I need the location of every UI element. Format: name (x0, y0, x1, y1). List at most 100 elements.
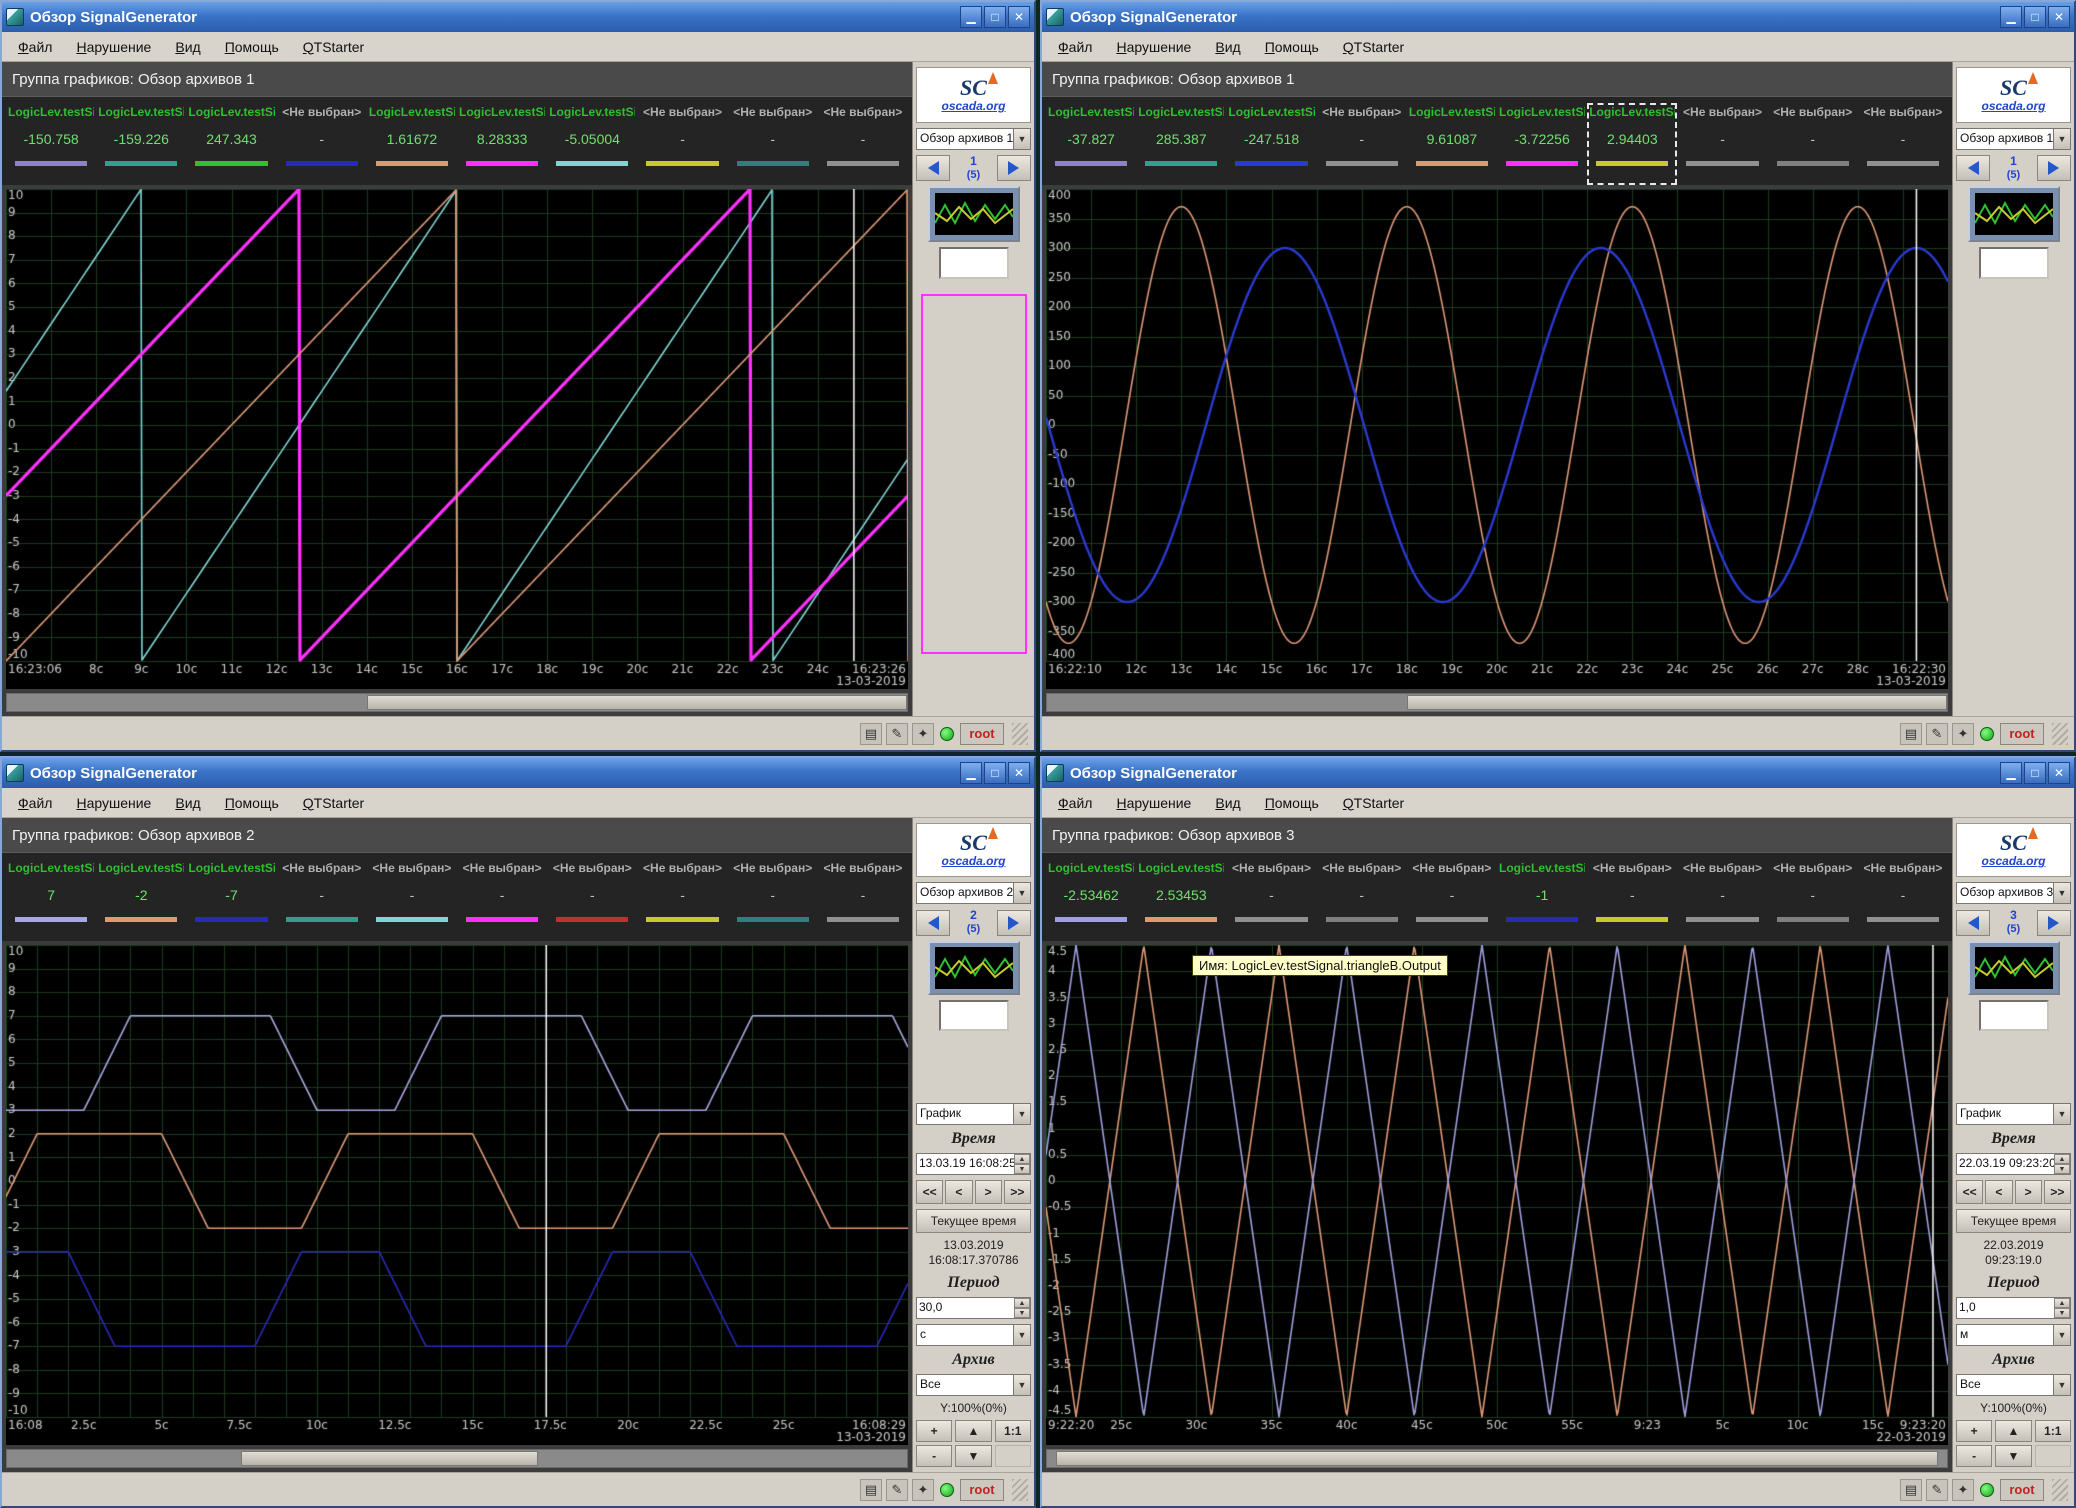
signal-column-9[interactable]: <Не выбран>- (728, 103, 818, 185)
zoom-out-button[interactable]: - (916, 1445, 952, 1467)
menu-item-файл[interactable]: Файл (6, 791, 64, 815)
trend-chart-canvas[interactable] (6, 945, 908, 1445)
period-unit-select[interactable]: с▼ (916, 1324, 1031, 1346)
status-doc-icon[interactable]: ▤ (1900, 723, 1922, 745)
signal-column-7[interactable]: <Не выбран>- (1587, 859, 1677, 941)
close-button[interactable]: ✕ (1008, 6, 1030, 28)
maximize-button[interactable]: □ (984, 6, 1006, 28)
signal-column-1[interactable]: LogicLev.testSi-37.827 (1046, 103, 1136, 185)
menu-item-файл[interactable]: Файл (1046, 791, 1104, 815)
signal-column-7[interactable]: <Не выбран>- (547, 859, 637, 941)
document-thumbnail[interactable] (1979, 1000, 2049, 1031)
signal-column-9[interactable]: <Не выбран>- (1768, 103, 1858, 185)
maximize-button[interactable]: □ (984, 762, 1006, 784)
menu-item-файл[interactable]: Файл (6, 35, 64, 59)
minimize-button[interactable]: ▁ (960, 6, 982, 28)
signal-column-4[interactable]: <Не выбран>- (277, 103, 367, 185)
menu-item-помощь[interactable]: Помощь (213, 791, 291, 815)
current-time-button[interactable]: Текущее время (916, 1209, 1031, 1232)
time-edit[interactable]: 13.03.19 16:08:25 ▲▼ (916, 1153, 1031, 1175)
h-scrollbar[interactable] (6, 693, 908, 712)
seek-fast-forward-button[interactable]: >> (2044, 1180, 2071, 1204)
archive-page-select[interactable]: Обзор архивов 1▼ (1956, 128, 2071, 150)
h-scrollbar[interactable] (1046, 693, 1948, 712)
menu-item-qtstarter[interactable]: QTStarter (1331, 35, 1416, 59)
status-config-icon[interactable]: ✦ (912, 723, 934, 745)
menu-item-qtstarter[interactable]: QTStarter (1331, 791, 1416, 815)
signal-column-5[interactable]: <Не выбран>- (367, 859, 457, 941)
chevron-down-icon[interactable]: ▼ (1013, 129, 1030, 149)
status-doc-icon[interactable]: ▤ (1900, 1479, 1922, 1501)
menu-item-qtstarter[interactable]: QTStarter (291, 791, 376, 815)
time-edit[interactable]: 22.03.19 09:23:20 ▲▼ (1956, 1153, 2071, 1175)
archive-filter-select[interactable]: Все▼ (916, 1374, 1031, 1396)
chevron-down-icon[interactable]: ▼ (2053, 129, 2070, 149)
minimize-button[interactable]: ▁ (960, 762, 982, 784)
seek-back-button[interactable]: < (945, 1180, 972, 1204)
close-button[interactable]: ✕ (1008, 762, 1030, 784)
signal-column-1[interactable]: LogicLev.testSi-2.53462 (1046, 859, 1136, 941)
titlebar[interactable]: Обзор SignalGenerator ▁ □ ✕ (1042, 758, 2074, 788)
period-edit[interactable]: 1,0 ▲▼ (1956, 1297, 2071, 1319)
signal-column-5[interactable]: LogicLev.testSi9.61087 (1407, 103, 1497, 185)
signal-column-8[interactable]: <Не выбран>- (637, 103, 727, 185)
status-config-icon[interactable]: ✦ (1952, 723, 1974, 745)
period-edit[interactable]: 30,0 ▲▼ (916, 1297, 1031, 1319)
chevron-down-icon[interactable]: ▼ (2053, 883, 2070, 903)
minimize-button[interactable]: ▁ (2000, 762, 2022, 784)
resize-grip[interactable] (2052, 723, 2068, 745)
pan-up-button[interactable]: ▲ (955, 1420, 991, 1442)
signal-column-2[interactable]: LogicLev.testSi-159.226 (96, 103, 186, 185)
menu-item-нарушение[interactable]: Нарушение (64, 35, 163, 59)
prev-page-button[interactable] (916, 155, 950, 181)
logo-site-link[interactable]: oscada.org (941, 854, 1005, 868)
signal-column-6[interactable]: LogicLev.testSi-3.72256 (1497, 103, 1587, 185)
signal-column-2[interactable]: LogicLev.testSi-2 (96, 859, 186, 941)
document-thumbnail[interactable] (939, 1000, 1009, 1031)
titlebar[interactable]: Обзор SignalGenerator ▁ □ ✕ (2, 758, 1034, 788)
archive-page-select[interactable]: Обзор архивов 1▼ (916, 128, 1031, 150)
menu-item-qtstarter[interactable]: QTStarter (291, 35, 376, 59)
signal-column-4[interactable]: <Не выбран>- (277, 859, 367, 941)
chevron-down-icon[interactable]: ▼ (1013, 1375, 1030, 1395)
trend-thumbnail[interactable] (928, 186, 1020, 242)
signal-column-6[interactable]: <Не выбран>- (457, 859, 547, 941)
chevron-down-icon[interactable]: ▼ (1013, 883, 1030, 903)
h-scrollbar[interactable] (6, 1449, 908, 1468)
menu-item-помощь[interactable]: Помощь (1253, 35, 1331, 59)
resize-grip[interactable] (1012, 723, 1028, 745)
h-scrollbar-thumb[interactable] (241, 1451, 538, 1466)
signal-column-9[interactable]: <Не выбран>- (1768, 859, 1858, 941)
status-doc-icon[interactable]: ▤ (860, 1479, 882, 1501)
oscada-logo[interactable]: SC oscada.org (1956, 67, 2071, 123)
close-button[interactable]: ✕ (2048, 762, 2070, 784)
signal-column-10[interactable]: <Не выбран>- (1858, 859, 1948, 941)
signal-column-4[interactable]: <Не выбран>- (1317, 859, 1407, 941)
seek-back-button[interactable]: < (1985, 1180, 2012, 1204)
spin-down-icon[interactable]: ▼ (1014, 1164, 1030, 1174)
titlebar[interactable]: Обзор SignalGenerator ▁ □ ✕ (2, 2, 1034, 32)
signal-column-10[interactable]: <Не выбран>- (818, 859, 908, 941)
maximize-button[interactable]: □ (2024, 762, 2046, 784)
chevron-down-icon[interactable]: ▼ (2053, 1325, 2070, 1345)
trend-chart-canvas[interactable] (1046, 945, 1948, 1445)
prev-page-button[interactable] (1956, 910, 1990, 936)
spin-up-icon[interactable]: ▲ (2054, 1154, 2070, 1164)
spin-up-icon[interactable]: ▲ (1014, 1154, 1030, 1164)
signal-column-9[interactable]: <Не выбран>- (728, 859, 818, 941)
spin-down-icon[interactable]: ▼ (1014, 1308, 1030, 1318)
close-button[interactable]: ✕ (2048, 6, 2070, 28)
maximize-button[interactable]: □ (2024, 6, 2046, 28)
signal-column-10[interactable]: <Не выбран>- (1858, 103, 1948, 185)
spin-down-icon[interactable]: ▼ (2054, 1164, 2070, 1174)
menu-item-вид[interactable]: Вид (1203, 791, 1252, 815)
chart-area[interactable] (1042, 185, 1952, 693)
resize-grip[interactable] (1012, 1479, 1028, 1501)
chart-area[interactable]: Имя: LogicLev.testSignal.triangleB.Outpu… (1042, 941, 1952, 1449)
trend-chart-canvas[interactable] (1046, 189, 1948, 689)
zoom-in-button[interactable]: + (1956, 1420, 1992, 1442)
zoom-reset-button[interactable]: 1:1 (995, 1420, 1031, 1442)
signal-column-2[interactable]: LogicLev.testSi2.53453 (1136, 859, 1226, 941)
seek-forward-button[interactable]: > (975, 1180, 1002, 1204)
chart-area[interactable] (2, 941, 912, 1449)
